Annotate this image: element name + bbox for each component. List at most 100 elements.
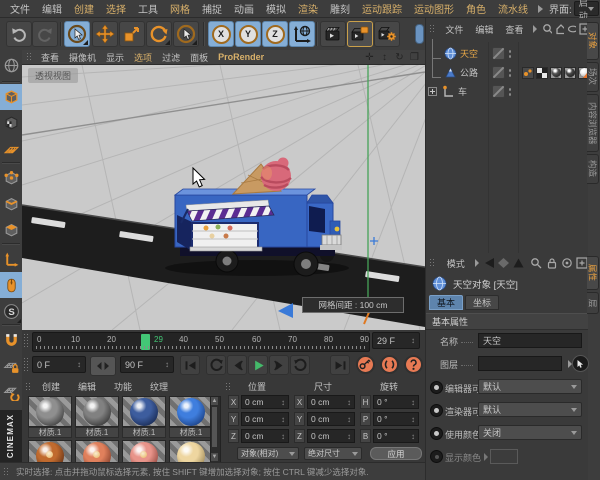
search-icon[interactable] [530,257,542,269]
material-thumbnail[interactable] [28,440,72,462]
undo-button[interactable] [6,21,32,47]
goto-start-button[interactable] [180,355,200,375]
material-tag-icon[interactable] [564,66,576,79]
stepper-icon[interactable]: ↕ [411,415,415,424]
om-menu-edit[interactable]: 编辑 [469,23,499,36]
snap-button[interactable]: S [0,298,22,324]
expand-icon[interactable] [428,87,437,96]
live-selection-button[interactable] [64,21,90,47]
menu-animate[interactable]: 动画 [228,1,260,16]
home-icon[interactable] [555,23,564,35]
menu-pipeline[interactable]: 流水线 [492,1,534,16]
stepper-icon[interactable]: ↕ [281,398,285,407]
editor-render-dots-icon[interactable] [508,87,512,97]
viewport-menu-view[interactable]: 查看 [36,51,64,64]
menu-mesh[interactable]: 网格 [164,1,196,16]
menu-render[interactable]: 渲染 [292,1,324,16]
maximize-view-icon[interactable]: ❐ [408,52,421,63]
last-tool-button[interactable] [173,21,199,47]
lock-icon[interactable] [546,257,557,269]
stepper-icon[interactable]: ↕ [411,336,415,345]
visibility-toggle-icon[interactable] [492,85,505,98]
om-menu-view[interactable]: 查看 [499,23,529,36]
rot-p-field[interactable]: 0 ° ↕ [373,412,419,426]
goto-end-button[interactable] [330,355,350,375]
stepper-icon[interactable]: ↕ [347,415,351,424]
material-thumbnail[interactable] [75,396,119,427]
stepper-icon[interactable]: ↕ [281,432,285,441]
viewport-menu-prorender[interactable]: ProRender [213,52,269,62]
render-visible-dropdown[interactable]: 默认 [478,402,582,417]
autokey-button[interactable] [380,355,399,374]
range-end-field[interactable]: 90 F ↕ [120,356,174,373]
path-icon[interactable] [567,23,576,35]
interface-dropdown[interactable]: 启动 [573,0,599,21]
rotate-tool-button[interactable] [146,21,172,47]
material-thumbnail[interactable] [122,440,166,462]
stepper-icon[interactable]: ↕ [77,360,81,369]
render-settings-button[interactable] [374,21,400,47]
menu-character[interactable]: 角色 [460,1,492,16]
drag-grip-icon[interactable] [429,258,436,268]
material-thumbnail[interactable] [169,440,213,462]
material-name[interactable]: 材质.1 [28,427,72,438]
redo-button[interactable] [32,21,58,47]
use-color-dropdown[interactable]: 关闭 [478,425,582,440]
tab-coordinates[interactable]: 坐标 [465,295,499,310]
drag-grip-icon[interactable] [429,24,435,34]
menu-file[interactable]: 文件 [4,1,36,16]
timeline-ruler[interactable]: 0 10 20 40 50 60 70 80 90 29 [32,332,370,352]
layer-picker-button[interactable] [572,355,589,372]
lock-x-axis-button[interactable]: X [208,21,234,47]
material-thumbnail[interactable] [28,396,72,427]
polygons-mode-button[interactable] [0,217,22,243]
tab-structure[interactable]: 构造 [587,154,599,184]
render-view-button[interactable] [320,21,346,47]
record-keyframe-button[interactable] [356,355,375,374]
points-mode-button[interactable] [0,165,22,191]
panel-splitter[interactable] [412,18,425,50]
scroll-up-icon[interactable]: ▲ [211,397,218,405]
pan-view-icon[interactable]: ✛ [363,52,376,63]
drag-grip-icon[interactable] [26,52,32,62]
tab-takes[interactable]: 场次 [587,62,599,92]
stepper-icon[interactable]: ↕ [347,398,351,407]
model-mode-button[interactable] [0,84,22,110]
material-name[interactable]: 材质.1 [122,427,166,438]
lock-y-axis-button[interactable]: Y [235,21,261,47]
phong-tag-icon[interactable] [522,66,534,79]
material-thumbnail[interactable] [122,396,166,427]
range-start-field[interactable]: 0 F ↕ [32,356,86,373]
material-tag-icon[interactable] [550,66,562,79]
display-color-radio[interactable] [430,450,443,463]
rot-b-field[interactable]: 0 ° ↕ [373,429,419,443]
rotate-view-icon[interactable]: ↻ [393,52,406,63]
drag-grip-icon[interactable] [225,382,232,392]
keyframe-selection-button[interactable] [404,355,423,374]
material-thumbnail[interactable] [75,440,119,462]
size-y-field[interactable]: 0 cm ↕ [307,412,355,426]
workplane-toggle-button[interactable] [0,379,22,405]
viewport-menu-display[interactable]: 显示 [101,51,129,64]
layer-field[interactable] [478,356,562,371]
history-icon[interactable] [497,257,510,269]
rot-h-field[interactable]: 0 ° ↕ [373,395,419,409]
pos-x-field[interactable]: 0 cm ↕ [241,395,289,409]
previous-key-button[interactable] [227,355,247,375]
editor-visible-dropdown[interactable]: 默认 [478,379,582,394]
menu-edit[interactable]: 编辑 [36,1,68,16]
enable-axis-button[interactable] [0,246,22,272]
pos-y-field[interactable]: 0 cm ↕ [241,412,289,426]
coords-mode-dropdown[interactable]: 对象(相对) [237,447,299,460]
materials-menu-edit[interactable]: 编辑 [72,380,102,393]
scroll-down-icon[interactable]: ▼ [211,453,218,461]
stepper-icon[interactable]: ↕ [281,415,285,424]
drag-grip-icon[interactable] [23,333,30,349]
menu-snap[interactable]: 捕捉 [196,1,228,16]
material-name[interactable]: 材质.1 [75,427,119,438]
menu-overflow-icon[interactable] [474,259,479,267]
current-frame-field[interactable]: 29 F ↕ [372,332,420,349]
materials-menu-function[interactable]: 功能 [108,380,138,393]
compositing-tag-icon[interactable] [536,66,548,79]
workplane-mode-button[interactable] [0,136,22,162]
